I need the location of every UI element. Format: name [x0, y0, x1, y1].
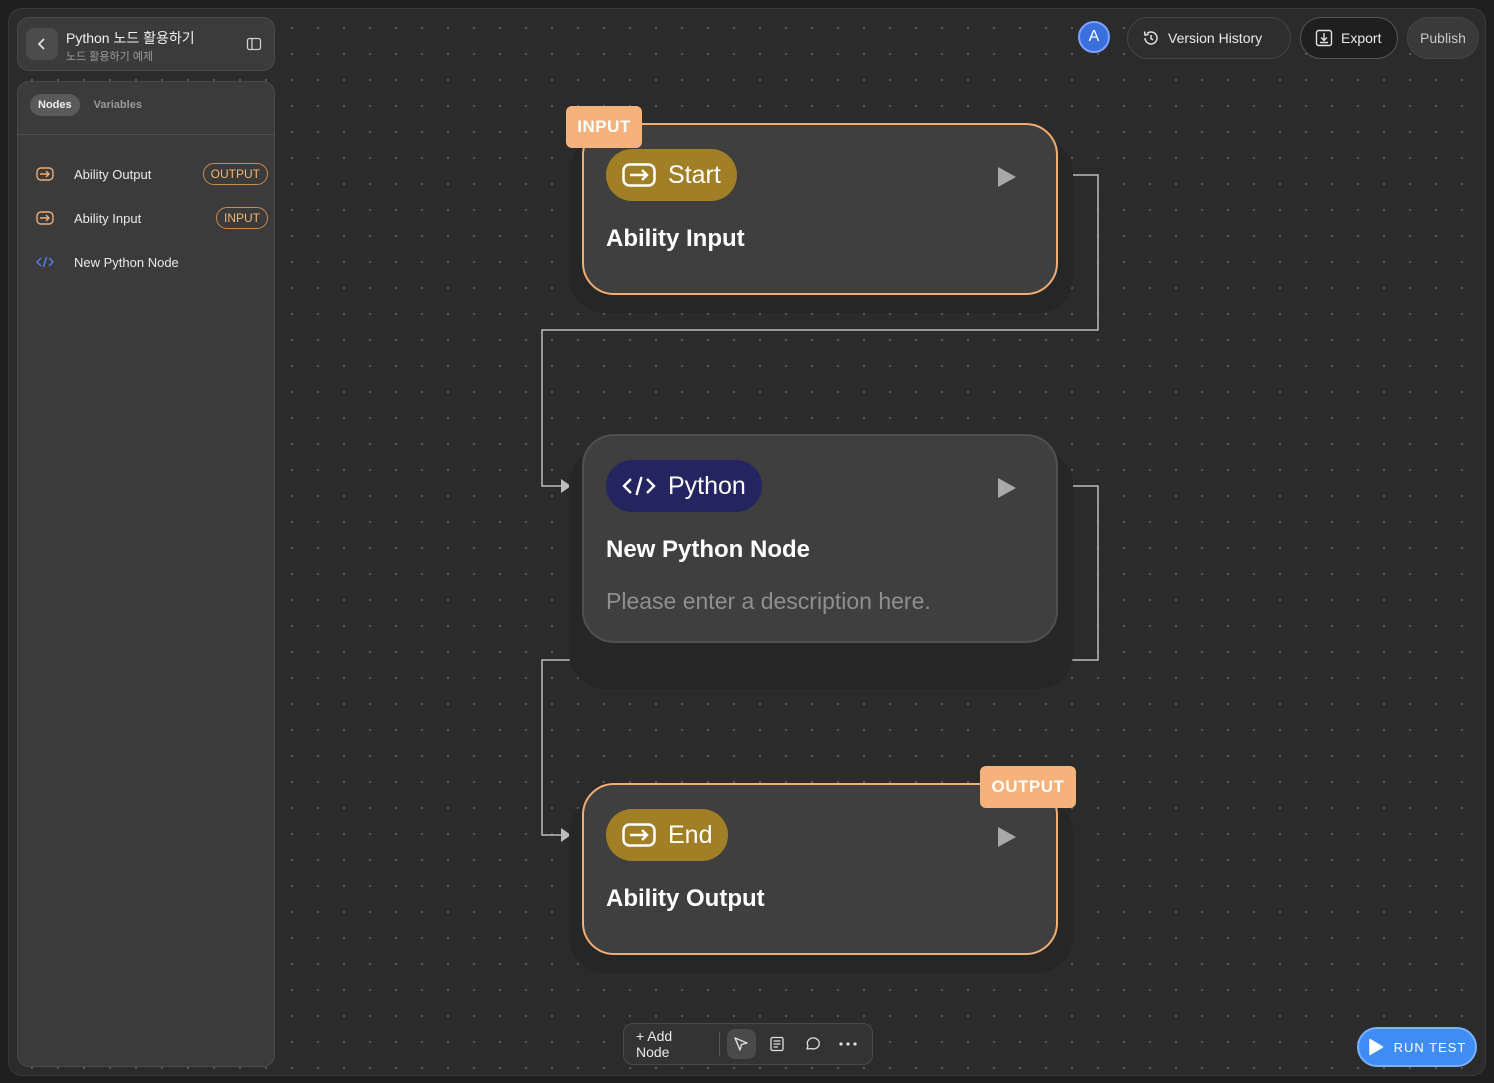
project-subtitle: 노드 활용하기 예제	[66, 51, 154, 63]
node-description[interactable]: Please enter a description here.	[606, 588, 931, 615]
play-icon[interactable]	[998, 478, 1016, 498]
avatar[interactable]: A	[1078, 21, 1110, 53]
canvas-frame: Python 노드 활용하기 노드 활용하기 예제 Nodes Variable…	[8, 8, 1486, 1076]
end-chip: End	[606, 809, 729, 861]
version-history-button[interactable]: Version History	[1127, 17, 1291, 59]
publish-button[interactable]: Publish	[1407, 17, 1479, 59]
chevron-left-icon	[37, 38, 45, 50]
history-icon	[1143, 31, 1158, 45]
more-horizontal-icon	[839, 1042, 857, 1046]
tab-nodes[interactable]: Nodes	[30, 94, 80, 116]
canvas-toolbar: + Add Node	[623, 1023, 873, 1065]
sidebar-item-label: Ability Output	[74, 166, 152, 182]
node-start[interactable]: Start Ability Input	[582, 123, 1058, 295]
version-history-label: Version History	[1168, 30, 1263, 46]
node-list-panel: Nodes Variables Ability Output OUTPUT Ab…	[17, 81, 275, 1067]
sidebar-item-label: New Python Node	[74, 254, 179, 270]
input-tag: INPUT	[566, 106, 642, 148]
play-icon[interactable]	[998, 167, 1016, 187]
node-end[interactable]: End Ability Output	[582, 783, 1058, 955]
start-chip: Start	[606, 149, 737, 201]
sidebar-item-new-python-node[interactable]: New Python Node	[36, 248, 268, 276]
code-icon	[36, 254, 58, 270]
enter-arrow-icon	[36, 166, 58, 182]
sidebar-item-ability-output[interactable]: Ability Output OUTPUT	[36, 160, 268, 188]
enter-arrow-icon	[36, 210, 58, 226]
node-python[interactable]: Python New Python Node Please enter a de…	[582, 434, 1058, 643]
export-label: Export	[1341, 30, 1382, 46]
enter-arrow-icon	[622, 163, 656, 187]
comment-icon	[805, 1037, 820, 1050]
project-title: Python 노드 활용하기	[66, 30, 195, 46]
output-badge: OUTPUT	[202, 163, 268, 185]
node-title: Ability Input	[606, 225, 745, 252]
add-node-button[interactable]: + Add Node	[630, 1028, 715, 1060]
node-title: Ability Output	[606, 885, 765, 912]
back-button[interactable]	[26, 28, 58, 60]
more-options[interactable]	[833, 1029, 863, 1059]
pointer-tool[interactable]	[726, 1029, 757, 1059]
chip-label: End	[668, 820, 713, 849]
cursor-icon	[734, 1037, 749, 1051]
export-button[interactable]: Export	[1300, 17, 1398, 59]
sidebar-item-ability-input[interactable]: Ability Input INPUT	[36, 204, 268, 232]
output-tag: OUTPUT	[980, 766, 1076, 808]
chip-label: Start	[668, 160, 721, 189]
comment-tool[interactable]	[798, 1029, 828, 1059]
sidebar-item-label: Ability Input	[74, 210, 142, 226]
publish-label: Publish	[1420, 30, 1466, 46]
note-icon	[770, 1036, 784, 1052]
node-title: New Python Node	[606, 536, 811, 563]
run-test-label: RUN TEST	[1393, 1039, 1467, 1055]
enter-arrow-icon	[622, 823, 656, 847]
download-icon	[1315, 29, 1333, 47]
play-icon[interactable]	[998, 827, 1016, 847]
run-test-button[interactable]: RUN TEST	[1357, 1027, 1477, 1067]
python-chip: Python	[606, 460, 762, 512]
project-header: Python 노드 활용하기 노드 활용하기 예제	[17, 17, 275, 71]
panel-divider	[18, 134, 274, 135]
play-icon	[1368, 1038, 1383, 1056]
sidebar-toggle-icon[interactable]	[246, 36, 262, 52]
tab-variables[interactable]: Variables	[86, 94, 150, 116]
toolbar-divider	[718, 1032, 720, 1056]
chip-label: Python	[668, 471, 746, 500]
note-tool[interactable]	[762, 1029, 792, 1059]
input-badge: INPUT	[216, 207, 268, 229]
code-icon	[622, 476, 656, 496]
